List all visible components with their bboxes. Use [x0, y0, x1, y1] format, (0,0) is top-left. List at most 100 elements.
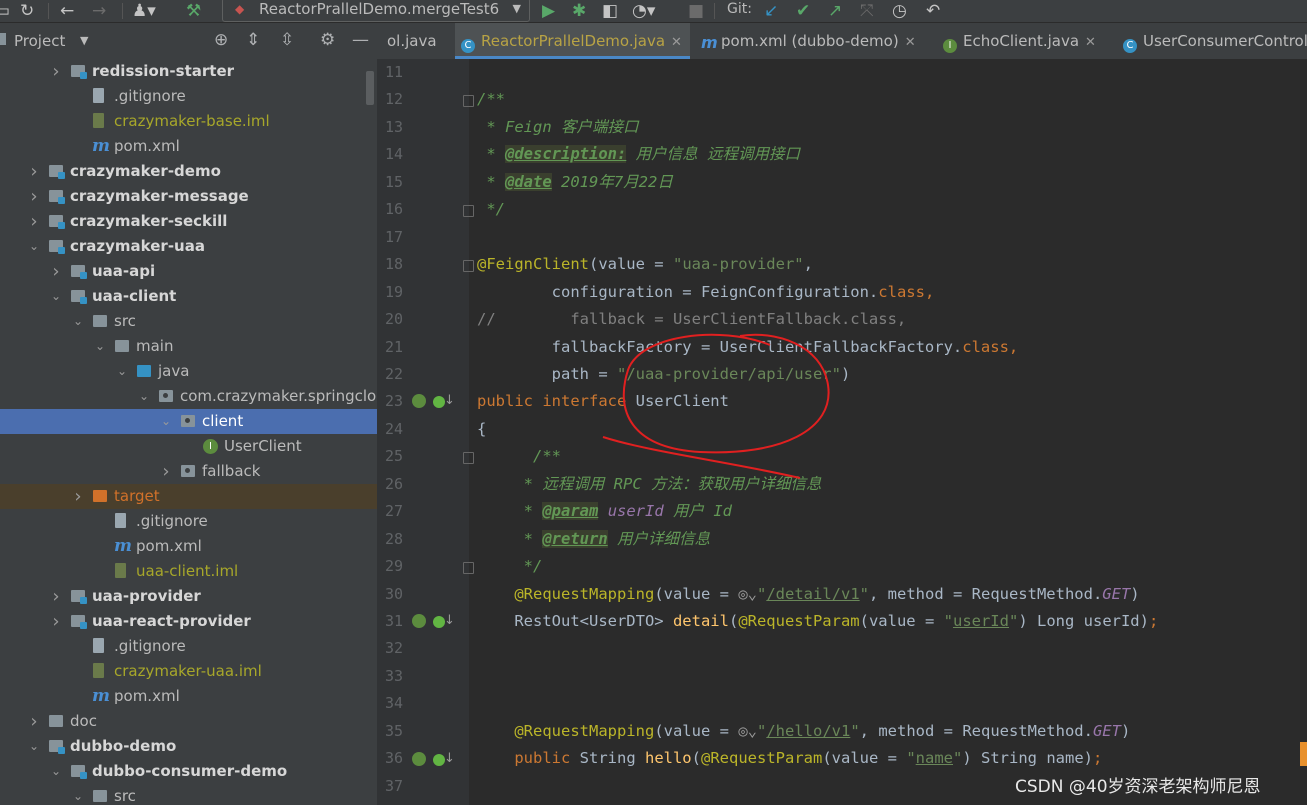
debug-icon[interactable]: ✱	[572, 1, 586, 21]
chevron-down-icon[interactable]: ⌄	[27, 734, 41, 759]
coverage-icon[interactable]: ◧	[602, 1, 618, 21]
code-line[interactable]: public interface UserClient	[477, 388, 729, 415]
chevron-down-icon[interactable]: ⌄	[137, 384, 151, 409]
sync-icon[interactable]: ↻	[20, 1, 34, 21]
git-merge-icon[interactable]: ⤧	[860, 1, 874, 21]
tree-item[interactable]: uaa-client.iml	[0, 559, 377, 584]
tree-item[interactable]: ⌄ dubbo-demo	[0, 734, 377, 759]
locate-icon[interactable]: ⊕	[214, 30, 228, 50]
chevron-right-icon[interactable]: ›	[27, 159, 41, 184]
build-hammer-icon[interactable]: ⚒	[186, 1, 201, 21]
profile-icon[interactable]: ◔▾	[632, 1, 655, 21]
tree-item[interactable]: m pom.xml	[0, 134, 377, 159]
chevron-down-icon[interactable]: ▼	[80, 34, 88, 47]
git-update-icon[interactable]: ↙	[764, 1, 778, 21]
tree-item[interactable]: ⌄ main	[0, 334, 377, 359]
git-commit-icon[interactable]: ✔	[796, 1, 810, 21]
code-line[interactable]: * @description: 用户信息 远程调用接口	[477, 141, 800, 168]
editor-tab[interactable]: m pom.xml (dubbo-demo) ✕	[695, 23, 924, 59]
chevron-right-icon[interactable]: ›	[49, 59, 63, 84]
stop-icon[interactable]: ■	[688, 1, 704, 21]
code-line[interactable]: */	[477, 553, 543, 580]
history-icon[interactable]: ◷	[892, 1, 907, 21]
forward-icon[interactable]: →	[92, 1, 106, 21]
code-line[interactable]: @RequestMapping(value = ◎⌄"/detail/v1", …	[477, 581, 1139, 608]
chevron-right-icon[interactable]: ›	[49, 584, 63, 609]
code-line[interactable]: * @date 2019年7月22日	[477, 169, 673, 196]
close-icon[interactable]: ✕	[1085, 35, 1096, 50]
chevron-right-icon[interactable]: ›	[27, 184, 41, 209]
tree-item[interactable]: ⌄ src	[0, 784, 377, 805]
code-line[interactable]: @FeignClient(value = "uaa-provider",	[477, 251, 813, 278]
tree-item[interactable]: ⌄ crazymaker-uaa	[0, 234, 377, 259]
gear-icon[interactable]: ⚙	[320, 30, 335, 50]
code-line[interactable]: fallbackFactory = UserClientFallbackFact…	[477, 334, 1019, 361]
chevron-right-icon[interactable]: ›	[27, 709, 41, 734]
down-arrow-icon[interactable]: ↓	[444, 393, 455, 408]
run-configuration-select[interactable]: ◆ ReactorPrallelDemo.mergeTest6 ▼	[222, 0, 530, 22]
tree-item[interactable]: › crazymaker-message	[0, 184, 377, 209]
down-arrow-icon[interactable]: ↓	[444, 751, 455, 766]
collapse-all-icon[interactable]: ⇳	[280, 30, 294, 50]
fold-marker[interactable]	[463, 260, 474, 272]
fold-marker[interactable]	[463, 562, 474, 574]
tree-item[interactable]: › doc	[0, 709, 377, 734]
tree-item[interactable]: ⌄ uaa-client	[0, 284, 377, 309]
project-panel-title[interactable]: Project	[14, 32, 65, 50]
implemented-icon[interactable]	[412, 394, 426, 408]
implemented-icon[interactable]	[412, 614, 426, 628]
code-line[interactable]: */	[477, 196, 505, 223]
down-arrow-icon[interactable]: ↓	[444, 613, 455, 628]
git-push-icon[interactable]: ↗	[828, 1, 842, 21]
tree-item[interactable]: crazymaker-base.iml	[0, 109, 377, 134]
editor-tab[interactable]: I EchoClient.java ✕	[937, 23, 1104, 59]
tree-item[interactable]: .gitignore	[0, 84, 377, 109]
editor-tab[interactable]: C ReactorPrallelDemo.java ✕	[455, 23, 690, 59]
fold-marker[interactable]	[463, 95, 474, 107]
tree-item[interactable]: I UserClient	[0, 434, 377, 459]
close-icon[interactable]: ✕	[905, 35, 916, 50]
tree-item[interactable]: › fallback	[0, 459, 377, 484]
tree-item[interactable]: ⌄ com.crazymaker.springcloud.u	[0, 384, 377, 409]
save-icon[interactable]: ▭	[0, 1, 10, 21]
chevron-down-icon[interactable]: ⌄	[159, 409, 173, 434]
editor-tab[interactable]: C UserConsumerControlle	[1117, 23, 1307, 59]
tree-item[interactable]: .gitignore	[0, 509, 377, 534]
user-icon[interactable]: ♟▾	[132, 1, 156, 21]
chevron-down-icon[interactable]: ⌄	[115, 359, 129, 384]
tree-item[interactable]: › redission-starter	[0, 59, 377, 84]
chevron-right-icon[interactable]: ›	[71, 484, 85, 509]
code-line[interactable]: configuration = FeignConfiguration.class…	[477, 279, 935, 306]
tree-scrollbar[interactable]	[366, 71, 374, 105]
tree-item[interactable]: ⌄ src	[0, 309, 377, 334]
code-line[interactable]: // fallback = UserClientFallback.class,	[477, 306, 906, 333]
chevron-down-icon[interactable]: ⌄	[71, 784, 85, 805]
back-icon[interactable]: ←	[60, 1, 74, 21]
code-line[interactable]: @RequestMapping(value = ◎⌄"/hello/v1", m…	[477, 718, 1130, 745]
tree-item[interactable]: crazymaker-uaa.iml	[0, 659, 377, 684]
code-line[interactable]: {	[477, 416, 486, 443]
tree-item[interactable]: m pom.xml	[0, 534, 377, 559]
hide-icon[interactable]: —	[352, 30, 369, 50]
tree-item[interactable]: ⌄ dubbo-consumer-demo	[0, 759, 377, 784]
tree-item[interactable]: .gitignore	[0, 634, 377, 659]
editor-tab[interactable]: ol.java	[381, 23, 445, 59]
implemented-icon[interactable]	[412, 752, 426, 766]
code-line[interactable]: * @return 用户详细信息	[477, 526, 710, 553]
tree-item[interactable]: ⌄ client	[0, 409, 377, 434]
project-tree[interactable]: › redission-starter .gitignore crazymaker-b…	[0, 59, 377, 805]
chevron-right-icon[interactable]: ›	[49, 609, 63, 634]
tree-item[interactable]: › crazymaker-seckill	[0, 209, 377, 234]
chevron-right-icon[interactable]: ›	[159, 459, 173, 484]
tree-item[interactable]: › crazymaker-demo	[0, 159, 377, 184]
chevron-down-icon[interactable]: ⌄	[49, 759, 63, 784]
code-line[interactable]: path = "/uaa-provider/api/user")	[477, 361, 851, 388]
tree-item[interactable]: › target	[0, 484, 377, 509]
tree-item[interactable]: ⌄ java	[0, 359, 377, 384]
chevron-down-icon[interactable]: ⌄	[71, 309, 85, 334]
chevron-right-icon[interactable]: ›	[49, 259, 63, 284]
tree-item[interactable]: › uaa-provider	[0, 584, 377, 609]
chevron-down-icon[interactable]: ⌄	[93, 334, 107, 359]
tree-item[interactable]: › uaa-react-provider	[0, 609, 377, 634]
expand-all-icon[interactable]: ⇕	[246, 30, 260, 50]
